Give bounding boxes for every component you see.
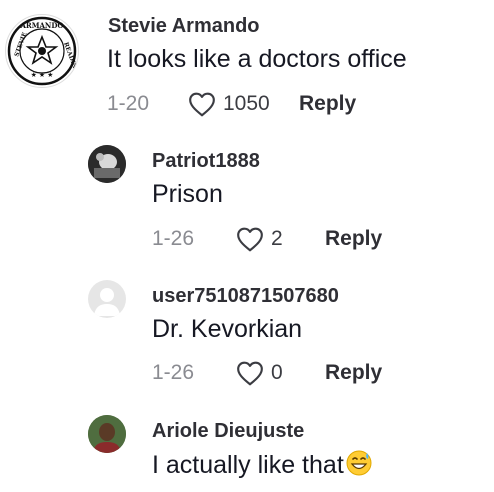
avatar[interactable] bbox=[88, 145, 126, 183]
comment-date: 1-26 bbox=[152, 361, 195, 384]
heart-outline-icon bbox=[189, 92, 215, 117]
username[interactable]: user7510871507680 bbox=[152, 285, 339, 308]
heart-outline-icon bbox=[237, 227, 263, 252]
svg-text:★ ★ ★: ★ ★ ★ bbox=[31, 71, 54, 79]
username[interactable]: Stevie Armando bbox=[108, 15, 260, 38]
like-count: 2 bbox=[271, 227, 283, 250]
reply-item: Patriot1888 Prison 1-26 2 Reply bbox=[0, 140, 494, 265]
avatar[interactable] bbox=[88, 415, 126, 453]
avatar-photo bbox=[88, 415, 126, 453]
reply-button[interactable]: Reply bbox=[325, 361, 382, 385]
readings-logo: ARMANDO STEVIE READINGS ★ ★ ★ bbox=[7, 16, 78, 86]
reply-item: user7510871507680 Dr. Kevorkian 1-26 0 R… bbox=[0, 275, 494, 400]
svg-text:ARMANDO: ARMANDO bbox=[20, 21, 64, 30]
username[interactable]: Patriot1888 bbox=[152, 150, 260, 173]
heart-outline-icon bbox=[237, 361, 263, 386]
like-button[interactable]: 0 bbox=[235, 360, 325, 386]
comment-text-content: I actually like that bbox=[152, 451, 344, 480]
comment-text: Dr. Kevorkian bbox=[152, 315, 303, 343]
avatar-photo bbox=[88, 145, 126, 183]
comment-meta: 1-26 0 Reply bbox=[152, 359, 382, 387]
like-count: 1050 bbox=[223, 92, 270, 115]
reply-button[interactable]: Reply bbox=[299, 92, 356, 116]
avatar[interactable] bbox=[88, 280, 126, 318]
comment-item: ARMANDO STEVIE READINGS ★ ★ ★ Stevie Arm… bbox=[0, 0, 494, 130]
like-button[interactable]: 2 bbox=[235, 226, 325, 252]
comment-text: It looks like a doctors office bbox=[107, 45, 407, 73]
like-count: 0 bbox=[271, 361, 283, 384]
default-avatar-icon bbox=[94, 288, 120, 316]
avatar[interactable]: ARMANDO STEVIE READINGS ★ ★ ★ bbox=[5, 14, 79, 88]
reply-button[interactable]: Reply bbox=[325, 227, 382, 251]
like-button[interactable]: 1050 bbox=[187, 91, 299, 117]
comment-date: 1-26 bbox=[152, 227, 195, 250]
comment-text: Prison bbox=[152, 180, 223, 208]
comment-meta: 1-20 1050 Reply bbox=[107, 90, 356, 118]
grinning-face-with-sweat-icon bbox=[346, 450, 372, 483]
svg-text:STEVIE: STEVIE bbox=[13, 31, 28, 58]
reply-item: Ariole Dieujuste I actually like that bbox=[0, 410, 494, 492]
username[interactable]: Ariole Dieujuste bbox=[152, 420, 304, 443]
comment-date: 1-20 bbox=[107, 92, 150, 115]
comment-meta: 1-26 2 Reply bbox=[152, 225, 382, 253]
comment-text: I actually like that bbox=[152, 450, 372, 483]
